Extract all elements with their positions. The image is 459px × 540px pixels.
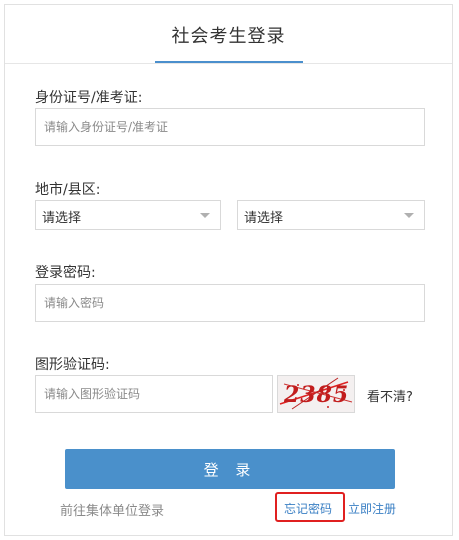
- group-login-link[interactable]: 前往集体单位登录: [60, 500, 164, 519]
- city-select[interactable]: 请选择: [35, 200, 221, 230]
- page-title: 社会考生登录: [171, 26, 286, 47]
- captcha-label: 图形验证码:: [35, 357, 110, 373]
- chevron-down-icon: [404, 213, 414, 218]
- title-underline: [155, 61, 303, 63]
- id-number-label: 身份证号/准考证:: [35, 90, 143, 106]
- forgot-password-highlight: 忘记密码: [275, 492, 345, 522]
- chevron-down-icon: [200, 213, 210, 218]
- register-link[interactable]: 立即注册: [348, 500, 396, 517]
- captcha-text: 2385: [284, 382, 350, 408]
- forgot-password-link[interactable]: 忘记密码: [284, 500, 332, 517]
- county-select[interactable]: 请选择: [237, 200, 425, 230]
- captcha-input[interactable]: [35, 375, 273, 413]
- region-label: 地市/县区:: [35, 182, 101, 198]
- county-select-value: 请选择: [244, 211, 284, 226]
- login-panel: 社会考生登录 身份证号/准考证: 地市/县区: 请选择 请选择 登录密码: 图形…: [4, 4, 453, 536]
- password-input[interactable]: [35, 284, 425, 322]
- panel-header: 社会考生登录: [5, 5, 452, 64]
- city-select-value: 请选择: [42, 211, 82, 226]
- captcha-image[interactable]: 2385: [277, 375, 355, 413]
- login-button[interactable]: 登 录: [65, 449, 395, 489]
- id-number-input[interactable]: [35, 108, 425, 146]
- refresh-captcha-link[interactable]: 看不清?: [367, 386, 413, 405]
- password-label: 登录密码:: [35, 265, 96, 281]
